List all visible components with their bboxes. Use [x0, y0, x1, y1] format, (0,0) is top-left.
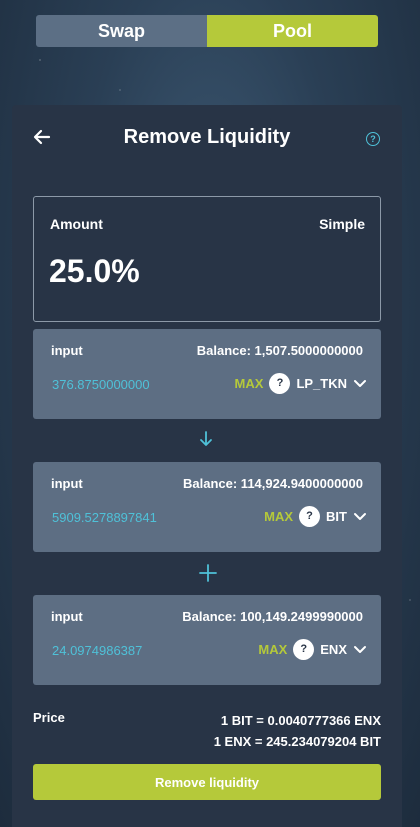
balance-text: Balance: 100,149.2499990000 — [182, 609, 363, 624]
price-line-enx: 1 ENX = 245.234079204 BIT — [213, 734, 381, 749]
chevron-down-icon[interactable] — [353, 642, 367, 656]
arrow-down-icon — [200, 431, 212, 446]
amount-value: 25.0% — [49, 253, 140, 289]
token-symbol[interactable]: ENX — [320, 642, 347, 657]
max-button[interactable]: MAX — [264, 509, 293, 524]
price-label: Price — [33, 710, 65, 725]
tab-pool[interactable]: Pool — [207, 15, 378, 47]
plus-icon — [199, 564, 217, 582]
bit-token-card: input Balance: 114,924.9400000000 5909.5… — [33, 462, 381, 552]
help-icon[interactable]: ? — [366, 132, 380, 146]
panel-header: Remove Liquidity ? — [12, 105, 402, 175]
swap-pool-tabs: Swap Pool — [36, 15, 378, 47]
chevron-down-icon[interactable] — [353, 376, 367, 390]
remove-liquidity-button[interactable]: Remove liquidity — [33, 764, 381, 800]
token-symbol[interactable]: LP_TKN — [296, 376, 347, 391]
token-help-icon[interactable]: ? — [299, 505, 321, 527]
amount-input[interactable]: 376.8750000000 — [52, 377, 150, 392]
input-label: input — [51, 609, 83, 624]
token-selector: MAX ? LP_TKN — [235, 372, 367, 394]
max-button[interactable]: MAX — [258, 642, 287, 657]
tab-swap[interactable]: Swap — [36, 15, 207, 47]
chevron-down-icon[interactable] — [353, 509, 367, 523]
price-values: 1 BIT = 0.0040777366 ENX 1 ENX = 245.234… — [214, 710, 381, 752]
remove-liquidity-panel: Remove Liquidity ? Amount Simple 25.0% i… — [12, 105, 402, 827]
amount-label: Amount — [50, 216, 103, 232]
input-label: input — [51, 476, 83, 491]
mode-toggle[interactable]: Simple — [319, 216, 365, 232]
page-title: Remove Liquidity — [123, 126, 291, 148]
token-symbol[interactable]: BIT — [326, 509, 347, 524]
token-selector: MAX ? ENX — [258, 638, 367, 660]
amount-input[interactable]: 5909.5278897841 — [52, 510, 157, 525]
token-selector: MAX ? BIT — [264, 505, 367, 527]
lp-token-card: input Balance: 1,507.5000000000 376.8750… — [33, 329, 381, 419]
enx-token-card: input Balance: 100,149.2499990000 24.097… — [33, 595, 381, 685]
input-label: input — [51, 343, 83, 358]
balance-text: Balance: 114,924.9400000000 — [183, 476, 363, 491]
amount-input[interactable]: 24.0974986387 — [52, 643, 142, 658]
balance-text: Balance: 1,507.5000000000 — [196, 343, 363, 358]
max-button[interactable]: MAX — [235, 376, 264, 391]
token-help-icon[interactable]: ? — [269, 372, 291, 394]
amount-box: Amount Simple 25.0% — [33, 196, 381, 322]
token-help-icon[interactable]: ? — [293, 638, 315, 660]
price-line-bit: 1 BIT = 0.0040777366 ENX — [220, 713, 381, 728]
